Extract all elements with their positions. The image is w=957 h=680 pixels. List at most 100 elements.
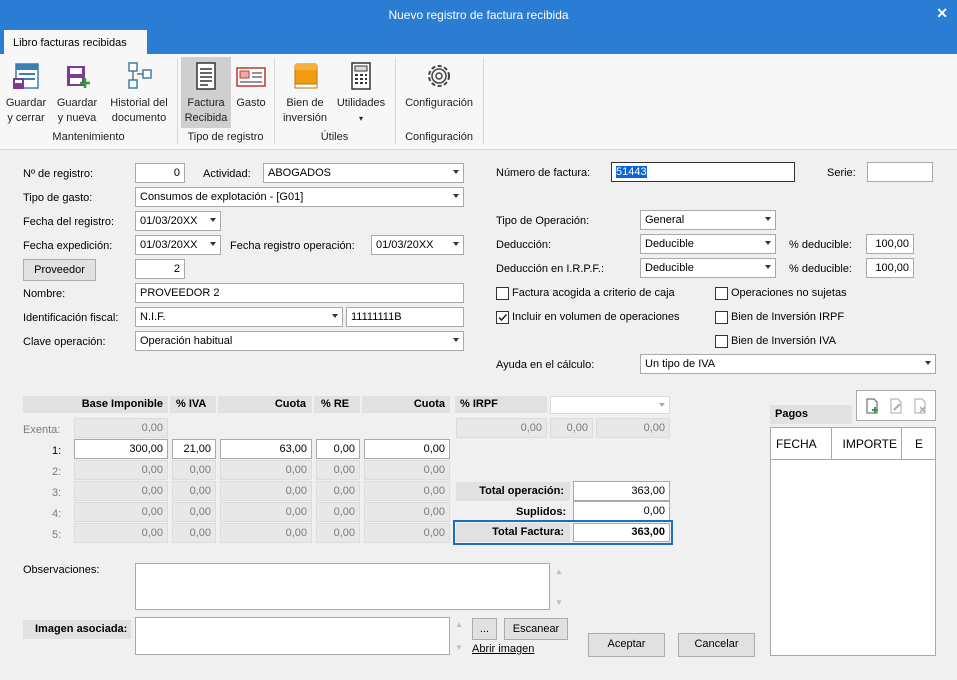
num-factura-value: 51443 bbox=[616, 166, 647, 178]
iva-header: % IVA bbox=[170, 396, 216, 413]
proveedor-input[interactable]: 2 bbox=[135, 259, 185, 279]
pct-deducible-input[interactable]: 100,00 bbox=[866, 234, 914, 254]
abrir-imagen-link[interactable]: Abrir imagen bbox=[472, 643, 534, 655]
pct-deducible2-label: % deducible: bbox=[789, 263, 852, 275]
pagos-header-row: FECHA IMPORTE E bbox=[771, 428, 935, 460]
proveedor-button[interactable]: Proveedor bbox=[23, 259, 96, 281]
cuota-input: 0,00 bbox=[220, 481, 312, 501]
calculator-icon bbox=[351, 62, 371, 90]
book-icon bbox=[294, 63, 318, 89]
chevron-down-icon bbox=[453, 338, 459, 342]
iva-input: 0,00 bbox=[172, 460, 216, 480]
browse-button[interactable]: ... bbox=[472, 618, 497, 640]
re-input[interactable]: 0,00 bbox=[316, 439, 360, 459]
window-title: Nuevo registro de factura recibida bbox=[388, 8, 569, 22]
total-factura-label: Total Factura: bbox=[456, 523, 570, 542]
group-utiles-label: Útiles bbox=[320, 131, 349, 143]
deduccion-select[interactable]: Deducible bbox=[640, 234, 776, 254]
bien-inversion-label-2: inversión bbox=[282, 112, 328, 124]
ribbon: Guardar y cerrar Guardar y nueva Histori… bbox=[0, 54, 957, 150]
observaciones-scrollbar[interactable]: ▲ ▼ bbox=[552, 563, 568, 610]
fecha-expedicion-value: 01/03/20XX bbox=[140, 239, 198, 251]
criterio-caja-checkbox[interactable] bbox=[496, 287, 509, 300]
escanear-button[interactable]: Escanear bbox=[504, 618, 568, 640]
col-fecha[interactable]: FECHA bbox=[771, 428, 832, 459]
close-icon[interactable]: ✕ bbox=[936, 5, 948, 22]
clave-select[interactable]: Operación habitual bbox=[135, 331, 464, 351]
total-factura-input: 363,00 bbox=[573, 523, 670, 542]
col-e[interactable]: E bbox=[902, 428, 935, 459]
id-fiscal-label: Identificación fiscal: bbox=[23, 312, 119, 324]
configuracion-button[interactable]: Configuración bbox=[400, 60, 478, 111]
bien-inversion-button[interactable]: Bien de inversión bbox=[281, 60, 329, 126]
ayuda-value: Un tipo de IVA bbox=[645, 358, 716, 370]
nombre-input[interactable]: PROVEEDOR 2 bbox=[135, 283, 464, 303]
id-fiscal-tipo-select[interactable]: N.I.F. bbox=[135, 307, 343, 327]
pagos-table[interactable]: FECHA IMPORTE E bbox=[770, 427, 936, 656]
chevron-down-icon: ▾ bbox=[358, 114, 363, 123]
cuota-header: Cuota bbox=[218, 396, 312, 413]
chevron-down-icon bbox=[765, 241, 771, 245]
n-registro-label: Nº de registro: bbox=[23, 168, 94, 180]
save-new-button[interactable]: Guardar y nueva bbox=[54, 60, 100, 126]
deduccion-label: Deducción: bbox=[496, 239, 552, 251]
tipo-op-select[interactable]: General bbox=[640, 210, 776, 230]
criterio-caja-label: Factura acogida a criterio de caja bbox=[512, 287, 675, 299]
no-sujetas-checkbox[interactable] bbox=[715, 287, 728, 300]
fecha-expedicion-picker[interactable]: 01/03/20XX bbox=[135, 235, 221, 255]
utilidades-button[interactable]: Utilidades ▾ bbox=[333, 60, 389, 126]
bien-irpf-checkbox[interactable] bbox=[715, 311, 728, 324]
cuota-input[interactable]: 63,00 bbox=[220, 439, 312, 459]
suplidos-input[interactable]: 0,00 bbox=[573, 501, 670, 521]
save-close-button[interactable]: Guardar y cerrar bbox=[3, 60, 49, 126]
cancelar-button[interactable]: Cancelar bbox=[678, 633, 755, 657]
tab-libro-facturas[interactable]: Libro facturas recibidas bbox=[4, 30, 147, 55]
fecha-registro-picker[interactable]: 01/03/20XX bbox=[135, 211, 221, 231]
num-factura-input[interactable]: 51443 bbox=[611, 162, 795, 182]
total-op-label: Total operación: bbox=[456, 482, 570, 501]
factura-recibida-button[interactable]: Factura Recibida bbox=[181, 57, 231, 128]
id-fiscal-input[interactable]: 11111111B bbox=[346, 307, 464, 327]
deduccion-irpf-label: Deducción en I.R.P.F.: bbox=[496, 263, 605, 275]
scroll-up-icon[interactable]: ▲ bbox=[555, 567, 563, 576]
actividad-select[interactable]: ABOGADOS bbox=[263, 163, 464, 183]
imagen-scrollbar[interactable]: ▲ ▼ bbox=[452, 617, 468, 655]
deduccion-irpf-select[interactable]: Deducible bbox=[640, 258, 776, 278]
bien-inversion-label-1: Bien de bbox=[286, 97, 324, 109]
fecha-reg-op-picker[interactable]: 01/03/20XX bbox=[371, 235, 464, 255]
tipo-op-value: General bbox=[645, 214, 685, 226]
group-tipo-label: Tipo de registro bbox=[187, 131, 264, 143]
iva-input[interactable]: 21,00 bbox=[172, 439, 216, 459]
irpf-select[interactable] bbox=[550, 396, 670, 414]
ayuda-select[interactable]: Un tipo de IVA bbox=[640, 354, 936, 374]
total-op-input: 363,00 bbox=[573, 481, 670, 501]
scroll-down-icon[interactable]: ▼ bbox=[555, 598, 563, 607]
serie-input[interactable] bbox=[867, 162, 933, 182]
n-registro-input[interactable]: 0 bbox=[135, 163, 185, 183]
gasto-button[interactable]: Gasto bbox=[233, 60, 269, 111]
fecha-expedicion-label: Fecha expedición: bbox=[23, 240, 113, 252]
tipo-gasto-select[interactable]: Consumos de explotación - [G01] bbox=[135, 187, 464, 207]
delete-document-icon[interactable] bbox=[913, 398, 927, 414]
save-close-icon bbox=[13, 63, 39, 89]
cuota-re-header: Cuota bbox=[362, 396, 450, 413]
volumen-checkbox[interactable] bbox=[496, 311, 509, 324]
tipo-op-label: Tipo de Operación: bbox=[496, 215, 590, 227]
scroll-down-icon[interactable]: ▼ bbox=[455, 643, 463, 652]
pct-deducible2-input[interactable]: 100,00 bbox=[866, 258, 914, 278]
bien-iva-checkbox[interactable] bbox=[715, 335, 728, 348]
invoice-icon bbox=[196, 62, 216, 90]
history-button[interactable]: Historial del documento bbox=[105, 60, 173, 126]
observaciones-textarea[interactable] bbox=[135, 563, 550, 610]
edit-document-icon[interactable] bbox=[889, 398, 903, 414]
new-document-icon[interactable] bbox=[865, 398, 879, 414]
clave-value: Operación habitual bbox=[140, 335, 233, 347]
pagos-title: Pagos bbox=[770, 405, 852, 424]
scroll-up-icon[interactable]: ▲ bbox=[455, 620, 463, 629]
cuota-re-input[interactable]: 0,00 bbox=[364, 439, 450, 459]
aceptar-button[interactable]: Aceptar bbox=[588, 633, 665, 657]
save-new-icon bbox=[67, 66, 90, 88]
imagen-box[interactable] bbox=[135, 617, 450, 655]
col-importe[interactable]: IMPORTE bbox=[832, 428, 902, 459]
base-input[interactable]: 300,00 bbox=[74, 439, 168, 459]
